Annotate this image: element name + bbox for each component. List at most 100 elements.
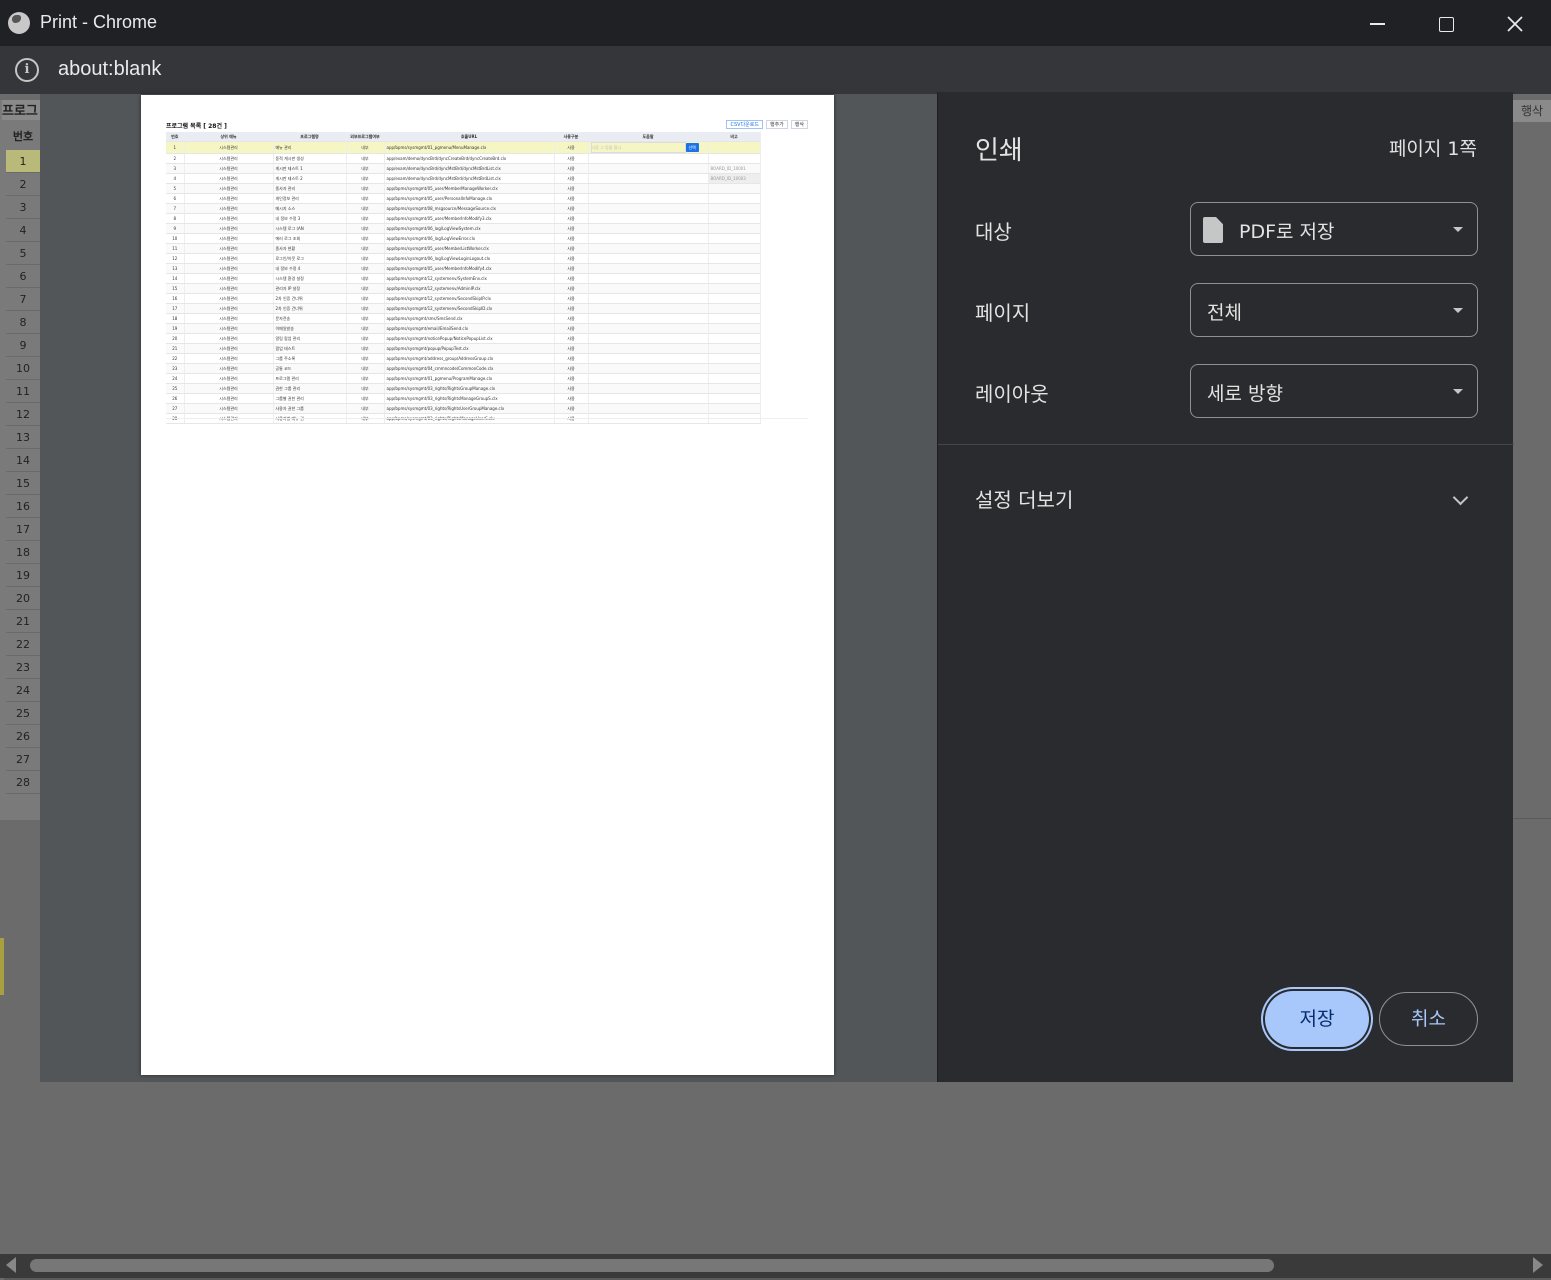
table-cell: 사용 <box>554 403 589 414</box>
url-text[interactable]: about:blank <box>58 58 161 81</box>
table-header-cell: 호출URL <box>384 132 555 142</box>
maximize-button[interactable] <box>1426 8 1466 40</box>
table-cell: 내 정보 수정 4 <box>273 263 347 274</box>
close-button[interactable] <box>1495 8 1535 40</box>
preview-page: 프로그램 목록 [ 28건 ] CSV다운로드 행추가 행삭 번호 상위 메뉴 프로그램… <box>141 95 834 1075</box>
table-cell: app/bpms/sysmgmt/12_systemenv/SecondSkip… <box>384 293 555 304</box>
background-row-number: 11 <box>6 380 40 403</box>
table-cell: app/bpms/sysmgmt/03_rights/RightsGroupMa… <box>384 383 555 394</box>
table-cell: 알림 팝업 관리 <box>273 333 347 344</box>
table-cell <box>708 153 761 164</box>
table-cell <box>588 193 709 204</box>
table-cell: 사용 <box>554 141 589 154</box>
table-cell: 내부 <box>346 343 385 354</box>
table-cell <box>588 253 709 264</box>
print-title: 인쇄 <box>975 136 1023 166</box>
table-cell: app/bpms/sysmgmt/sms/SmsSend.clx <box>384 313 555 324</box>
table-cell <box>588 343 709 354</box>
table-cell: 사용 <box>554 263 589 274</box>
table-cell <box>708 343 761 354</box>
scroll-right-arrow-icon[interactable] <box>1533 1257 1543 1273</box>
table-cell: 내부 <box>346 313 385 324</box>
layout-select[interactable]: 세로 방향 <box>1190 364 1478 418</box>
table-cell: 2차 인증 건너뛰 <box>273 303 347 314</box>
table-cell: 내부 <box>346 273 385 284</box>
table-cell <box>588 173 709 184</box>
title-bar: Print - Chrome <box>0 0 1551 46</box>
table-cell: 10 <box>166 233 185 244</box>
document-bottom-line <box>166 418 808 419</box>
table-cell <box>588 393 709 404</box>
table-cell: 시스템관리 <box>184 383 274 394</box>
background-row-number: 9 <box>6 334 40 357</box>
table-cell <box>588 403 709 414</box>
table-cell: 시스템 환경 설정 <box>273 273 347 284</box>
table-cell: app/bpms/sysmgmt/06_log/LogViewLoginLogo… <box>384 253 555 264</box>
table-cell: app/bpms/sysmgmt/06_log/LogViewError.clx <box>384 233 555 244</box>
table-cell: 시스템관리 <box>184 323 274 334</box>
table-row: 14 시스템관리 시스템 환경 설정 내부 app/bpms/sysmgmt/12_sy… <box>166 273 761 284</box>
table-cell: 사용 <box>554 223 589 234</box>
table-row: 12 시스템관리 로그인/아웃 로그 내부 app/bpms/sysmgmt/06_lo… <box>166 253 761 264</box>
table-cell: app/bpms/sysmgmt/12_systemenv/SecondSkip… <box>384 303 555 314</box>
table-cell: 24 <box>166 373 185 384</box>
delete-row-button: 행삭 <box>790 120 808 129</box>
destination-select[interactable]: PDF로 저장 <box>1190 202 1478 256</box>
more-settings-toggle[interactable]: 설정 더보기 <box>975 484 1073 513</box>
table-cell: 사용 <box>554 273 589 284</box>
table-cell: 시스템관리 <box>184 153 274 164</box>
table-cell <box>588 313 709 324</box>
pages-select[interactable]: 전체 <box>1190 283 1478 337</box>
background-row-number: 13 <box>6 426 40 449</box>
table-cell: BOARD_ID_10003 <box>708 173 761 184</box>
table-row: 21 시스템관리 팝업 테스트 내부 app/bpms/sysmgmt/popup/Po… <box>166 343 761 354</box>
table-cell: 사용 <box>554 253 589 264</box>
background-row-number: 19 <box>6 564 40 587</box>
table-cell: 시스템관리 <box>184 203 274 214</box>
table-cell: 시스템관리 <box>184 263 274 274</box>
background-title: 프로그 <box>2 100 40 120</box>
table-row: 13 시스템관리 내 정보 수정 4 내부 app/bpms/sysmgmt/05_us… <box>166 263 761 274</box>
chrome-window: Print - Chrome i about:blank <box>0 0 1551 94</box>
chevron-down-icon[interactable] <box>1452 489 1469 506</box>
table-cell: 시스템관리 <box>184 283 274 294</box>
table-cell: app/bpms/sysmgmt/popup/PopupTest.clx <box>384 343 555 354</box>
table-cell: 사용 <box>554 293 589 304</box>
csv-download-button: CSV다운로드 <box>726 120 763 129</box>
background-row-numbers: 1 2 3 4 5 6 7 8 9 10 11 12 13 14 15 16 17 18 19 20 21 22 23 24 2… <box>6 150 40 794</box>
cancel-button[interactable]: 취소 <box>1379 992 1478 1046</box>
pages-value: 전체 <box>1207 302 1242 324</box>
table-cell: 시스템관리 <box>184 183 274 194</box>
table-header-cell: 도움말 <box>588 132 709 142</box>
background-row-number: 27 <box>6 748 40 771</box>
table-cell <box>708 383 761 394</box>
table-row: 22 시스템관리 그룹 주소록 내부 app/bpms/sysmgmt/address_… <box>166 353 761 364</box>
scroll-left-arrow-icon[interactable] <box>6 1257 16 1273</box>
table-cell: 내부 <box>346 403 385 414</box>
background-row-number: 15 <box>6 472 40 495</box>
info-icon[interactable]: i <box>15 58 39 82</box>
table-cell: 시스템관리 <box>184 293 274 304</box>
table-cell: 게시판 테스트 2 <box>273 173 347 184</box>
table-cell: 사용 <box>554 383 589 394</box>
background-row-number: 24 <box>6 679 40 702</box>
table-cell <box>588 163 709 174</box>
table-row: 5 시스템관리 종사자 관리 내부 app/bpms/sysmgmt/05_user/M… <box>166 183 761 194</box>
table-cell: 사용 <box>554 153 589 164</box>
table-cell: app/bpms/sysmgmt/03_rights/RightsManageG… <box>384 393 555 404</box>
table-cell: 공통 코드 <box>273 363 347 374</box>
table-cell: 시스템관리 <box>184 363 274 374</box>
table-cell <box>708 283 761 294</box>
save-button[interactable]: 저장 <box>1265 991 1369 1047</box>
table-cell: 4 <box>166 173 185 184</box>
background-row-number: 28 <box>6 771 40 794</box>
table-cell: 25 <box>166 383 185 394</box>
background-row-number: 4 <box>6 219 40 242</box>
table-cell: 내부 <box>346 173 385 184</box>
table-cell: app/bpms/sysmgmt/05_user/PersonalInfoMan… <box>384 193 555 204</box>
table-cell: app/bpms/sysmgmt/05_user/MemberListWorke… <box>384 243 555 254</box>
table-cell: 시스템관리 <box>184 243 274 254</box>
scrollbar-thumb[interactable] <box>30 1259 1274 1272</box>
table-cell <box>708 193 761 204</box>
minimize-button[interactable] <box>1357 8 1397 40</box>
